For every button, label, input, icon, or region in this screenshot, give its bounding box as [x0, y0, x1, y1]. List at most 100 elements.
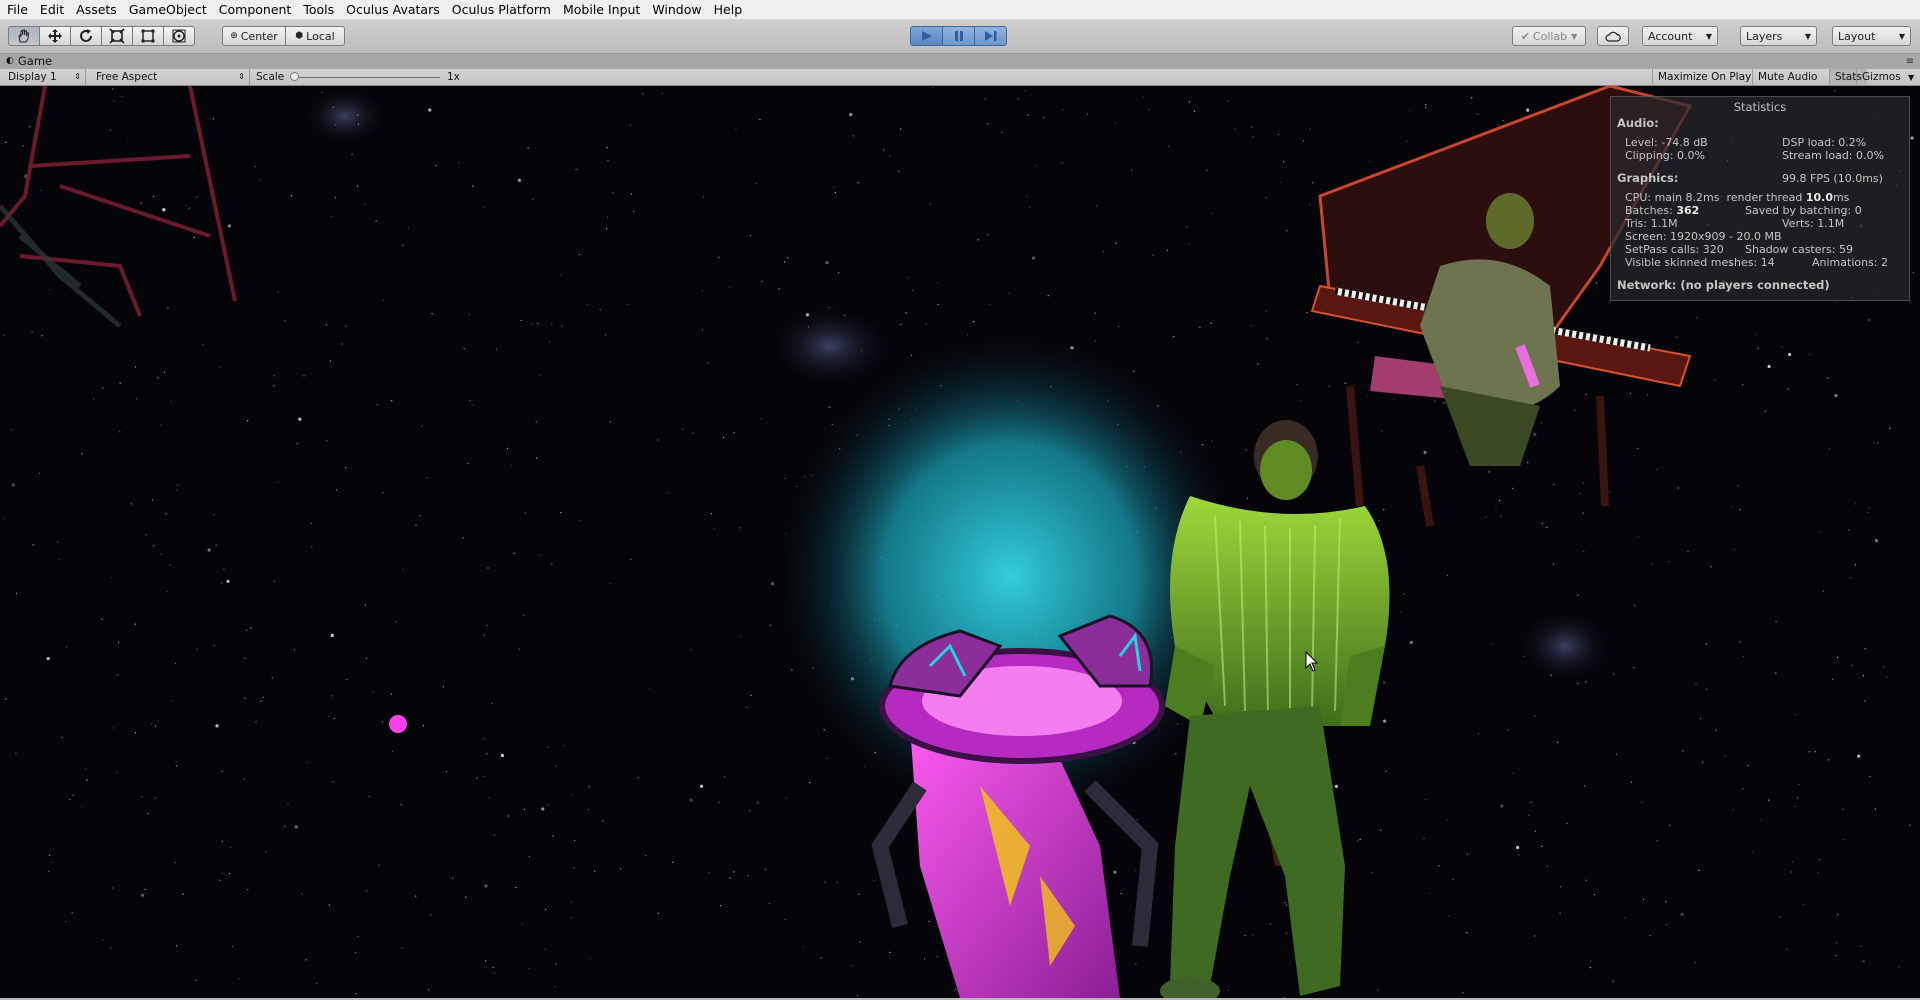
star	[1269, 923, 1271, 925]
aspect-dropdown[interactable]: Free Aspect ⇕	[88, 69, 250, 85]
play-button[interactable]	[910, 26, 943, 46]
menu-tools[interactable]: Tools	[297, 0, 340, 19]
star	[749, 810, 751, 812]
star	[244, 657, 246, 659]
scale-slider-thumb[interactable]	[290, 72, 299, 81]
star	[1867, 511, 1869, 513]
star	[1649, 935, 1651, 937]
star	[402, 568, 404, 571]
star	[219, 366, 221, 368]
star	[1265, 310, 1268, 312]
star	[244, 697, 246, 699]
star	[492, 966, 494, 968]
star	[1582, 512, 1584, 514]
pause-button[interactable]	[942, 26, 975, 46]
star	[1585, 394, 1587, 396]
star	[1130, 169, 1132, 171]
menu-gameobject[interactable]: GameObject	[123, 0, 213, 19]
pivot-center-button[interactable]: ⊕ Center	[222, 26, 286, 46]
menu-edit[interactable]: Edit	[34, 0, 70, 19]
star	[1715, 729, 1717, 731]
crystal-creature	[871, 614, 1165, 998]
star	[154, 797, 156, 799]
account-dropdown[interactable]: Account ▼	[1642, 26, 1718, 46]
game-tab-bar: ◐ Game ≡	[0, 54, 1920, 69]
star	[213, 644, 215, 647]
stats-cpu-prefix: CPU: main 8.2ms render thread	[1625, 191, 1806, 204]
star	[864, 765, 866, 768]
stats-shadow-casters: Shadow casters: 59	[1745, 243, 1853, 256]
maximize-on-play-toggle[interactable]: Maximize On Play	[1652, 69, 1756, 85]
star	[1848, 529, 1850, 531]
layout-dropdown[interactable]: Layout ▼	[1832, 26, 1911, 46]
collab-button[interactable]: ✔ Collab ▼	[1512, 26, 1586, 46]
menu-mobile-input[interactable]: Mobile Input	[557, 0, 646, 19]
star	[1817, 872, 1819, 874]
star	[228, 872, 230, 875]
star	[937, 303, 939, 305]
mute-audio-toggle[interactable]: Mute Audio	[1752, 69, 1822, 85]
star	[1359, 838, 1361, 841]
star	[1834, 301, 1837, 303]
star	[642, 93, 644, 95]
menu-help[interactable]: Help	[708, 0, 749, 19]
star	[356, 185, 358, 187]
star	[174, 861, 176, 864]
hand-tool-button[interactable]	[8, 26, 40, 46]
star	[570, 917, 572, 919]
star	[102, 939, 104, 941]
rect-tool-button[interactable]	[132, 26, 164, 46]
star	[1210, 322, 1212, 324]
statistics-panel: Statistics Audio: Level: -74.8 dB DSP lo…	[1610, 96, 1910, 301]
star	[255, 721, 257, 723]
star	[1706, 643, 1708, 645]
menu-assets[interactable]: Assets	[70, 0, 123, 19]
scale-tool-button[interactable]	[101, 26, 133, 46]
transform-tool-button[interactable]	[163, 26, 195, 46]
menu-file[interactable]: File	[0, 0, 34, 19]
star	[284, 320, 286, 322]
star	[1827, 377, 1829, 379]
star	[22, 145, 24, 147]
star	[259, 178, 261, 181]
star	[1186, 226, 1188, 228]
menu-oculus-avatars[interactable]: Oculus Avatars	[340, 0, 446, 19]
star	[1724, 755, 1726, 757]
layers-dropdown[interactable]: Layers ▼	[1740, 26, 1817, 46]
star	[1842, 839, 1845, 841]
star	[1266, 337, 1268, 340]
menu-component[interactable]: Component	[213, 0, 298, 19]
star	[442, 686, 444, 688]
menu-window[interactable]: Window	[646, 0, 707, 19]
pivot-local-button[interactable]: ⬢ Local	[285, 26, 345, 46]
scale-slider-track[interactable]	[292, 77, 440, 78]
star	[511, 464, 513, 467]
move-tool-button[interactable]	[39, 26, 71, 46]
star	[1031, 256, 1036, 260]
star	[547, 804, 549, 806]
cloud-services-button[interactable]	[1597, 26, 1629, 46]
star	[570, 901, 572, 903]
star	[1094, 340, 1096, 342]
star	[221, 840, 223, 842]
star	[1585, 879, 1587, 881]
rotate-tool-button[interactable]	[70, 26, 102, 46]
tab-menu-icon[interactable]: ≡	[1906, 56, 1914, 67]
star	[703, 196, 705, 198]
tab-game[interactable]: ◐ Game	[6, 54, 52, 69]
star	[757, 802, 759, 804]
star	[1133, 370, 1135, 372]
scale-label: Scale	[256, 71, 285, 83]
menu-oculus-platform[interactable]: Oculus Platform	[446, 0, 557, 19]
star	[955, 988, 957, 990]
step-button[interactable]	[974, 26, 1007, 46]
star	[81, 453, 83, 455]
star	[555, 765, 557, 767]
star	[824, 881, 826, 883]
star	[1383, 509, 1385, 511]
gizmos-dropdown[interactable]: Gizmos ▼	[1856, 69, 1920, 85]
display-dropdown[interactable]: Display 1 ⇕	[0, 69, 86, 85]
star	[791, 669, 793, 671]
star	[1831, 678, 1833, 680]
stats-tris: Tris: 1.1M	[1625, 217, 1678, 230]
